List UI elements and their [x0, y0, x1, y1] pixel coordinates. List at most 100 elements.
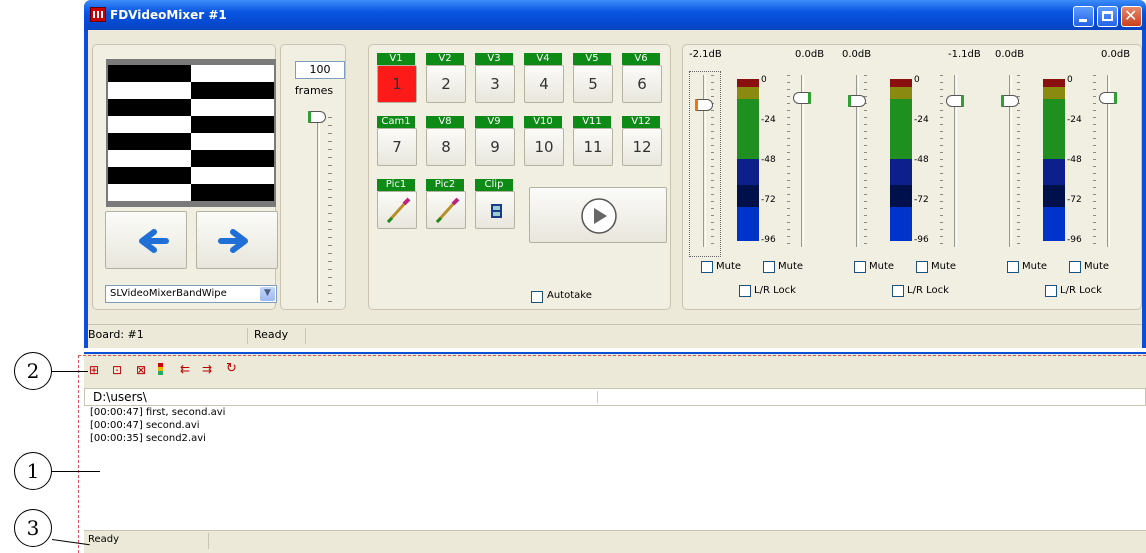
channel-number: 7 — [392, 138, 402, 156]
mixer-status-bar: Board: #1 Ready — [88, 324, 1142, 344]
channel-number: 8 — [441, 138, 451, 156]
channel-button-clip[interactable] — [475, 191, 515, 229]
right-db-label: 0.0dB — [795, 49, 825, 60]
channel-tag: V12 — [622, 116, 660, 128]
left-fader-thumb[interactable] — [1001, 95, 1019, 107]
frames-input[interactable]: 100 — [295, 61, 345, 79]
channel-button-v11[interactable]: 11 — [573, 128, 613, 166]
refresh-icon[interactable]: ↻ — [226, 361, 237, 376]
channel-button-v9[interactable]: 9 — [475, 128, 515, 166]
meter-scale-label: -96 — [761, 235, 776, 245]
log-status: Ready — [88, 534, 120, 545]
column-divider — [597, 391, 598, 403]
meter-scale-label: -48 — [761, 155, 776, 165]
close-button[interactable]: ✕ — [1121, 6, 1142, 27]
title-bar[interactable]: FDVideoMixer #1 ✕ — [84, 0, 1146, 30]
log-entry[interactable]: [00:00:47] second.avi — [90, 420, 200, 431]
mixer-client-area: SLVideoMixerBandWipe ▼ 100 frames V1 1 V2 2… — [88, 30, 1142, 348]
log-window: ⊞ ⊡ ⊠ ⇇ ⇉ ↻ D:\users\ [00:00:47] first, … — [84, 352, 1146, 553]
meter-scale-label: 0 — [761, 75, 767, 85]
left-fader-thumb[interactable] — [695, 99, 713, 111]
channel-tag: V11 — [573, 116, 611, 128]
lr-lock-checkbox[interactable] — [1045, 285, 1057, 297]
autotake-checkbox[interactable] — [531, 291, 543, 303]
channel-button-pic1[interactable] — [377, 191, 417, 229]
channel-button-v4[interactable]: 4 — [524, 65, 564, 103]
meter-scale-label: -72 — [761, 195, 776, 205]
delete-icon[interactable]: ⊠ — [136, 363, 146, 377]
board-status: Board: #1 — [88, 328, 248, 344]
lr-lock-checkbox[interactable] — [892, 285, 904, 297]
left-fader-thumb[interactable] — [848, 95, 866, 107]
previous-effect-button[interactable] — [105, 211, 187, 269]
callout-1-leader — [52, 471, 100, 472]
mute-left-checkbox[interactable] — [1007, 261, 1019, 273]
minimize-button[interactable] — [1073, 6, 1094, 27]
preview-image — [106, 59, 276, 207]
channel-tag: V10 — [524, 116, 562, 128]
mute-right-label: Mute — [931, 261, 957, 272]
add-file-icon[interactable]: ⊡ — [112, 363, 122, 377]
lr-lock-checkbox[interactable] — [739, 285, 751, 297]
log-entry[interactable]: [00:00:35] second2.avi — [90, 433, 206, 444]
channel-tag: Pic2 — [426, 179, 464, 191]
maximize-button[interactable] — [1097, 6, 1118, 27]
channel-tag: V9 — [475, 116, 513, 128]
log-entry[interactable]: [00:00:47] first, second.avi — [90, 407, 225, 418]
right-fader-thumb[interactable] — [793, 92, 811, 104]
arrow-right-icon — [218, 229, 248, 253]
right-fader-thumb[interactable] — [946, 95, 964, 107]
indent-left-icon[interactable]: ⇇ — [180, 362, 190, 376]
color-icon[interactable] — [158, 363, 163, 375]
channel-tag: Pic1 — [377, 179, 415, 191]
channel-button-v10[interactable]: 10 — [524, 128, 564, 166]
mute-right-checkbox[interactable] — [763, 261, 775, 273]
channel-button-cam1[interactable]: 7 — [377, 128, 417, 166]
play-button[interactable] — [529, 187, 667, 243]
preview-panel: SLVideoMixerBandWipe ▼ — [92, 44, 278, 310]
chevron-down-icon[interactable]: ▼ — [260, 287, 275, 301]
channel-tag: V1 — [377, 53, 415, 65]
meter-scale-label: 0 — [1067, 75, 1073, 85]
channel-button-v2[interactable]: 2 — [426, 65, 466, 103]
channel-panel: V1 1 V2 2 V3 3 V4 4 V5 5 V6 6 Cam1 7 V8 8 V9 9 V10 10 V11 11… — [368, 44, 671, 310]
effect-select[interactable]: SLVideoMixerBandWipe ▼ — [105, 285, 277, 303]
meter-scale-label: -48 — [914, 155, 929, 165]
level-meter — [737, 79, 759, 241]
channel-tag: V5 — [573, 53, 611, 65]
indent-right-icon[interactable]: ⇉ — [202, 362, 212, 376]
left-db-label: 0.0dB — [842, 49, 872, 60]
next-effect-button[interactable] — [196, 211, 278, 269]
transition-track[interactable] — [317, 117, 320, 303]
channel-button-v5[interactable]: 5 — [573, 65, 613, 103]
meter-scale-label: -24 — [761, 115, 776, 125]
channel-button-v3[interactable]: 3 — [475, 65, 515, 103]
window-title: FDVideoMixer #1 — [110, 8, 227, 22]
right-fader-thumb[interactable] — [1099, 92, 1117, 104]
audio-panel: -2.1dB 0.0dB 0 -24 -48 -72 -96 Mute Mute L/R Lock… — [682, 44, 1142, 310]
channel-button-v12[interactable]: 12 — [622, 128, 662, 166]
mute-right-checkbox[interactable] — [916, 261, 928, 273]
film-icon — [491, 204, 502, 218]
meter-scale-label: -72 — [1067, 195, 1082, 205]
callout-2: 2 — [14, 352, 52, 390]
channel-button-v8[interactable]: 8 — [426, 128, 466, 166]
brush-icon — [435, 197, 460, 224]
level-meter — [890, 79, 912, 241]
left-db-label: -2.1dB — [689, 49, 722, 60]
log-list[interactable]: [00:00:47] first, second.avi [00:00:47] s… — [84, 406, 1146, 530]
play-icon — [581, 198, 617, 234]
mute-left-checkbox[interactable] — [701, 261, 713, 273]
mute-right-checkbox[interactable] — [1069, 261, 1081, 273]
add-item-icon[interactable]: ⊞ — [89, 363, 99, 377]
close-icon: ✕ — [1124, 6, 1138, 25]
channel-button-v6[interactable]: 6 — [622, 65, 662, 103]
channel-tag: Cam1 — [377, 116, 415, 128]
transition-slider-thumb[interactable] — [308, 111, 326, 123]
channel-button-v1[interactable]: 1 — [377, 65, 417, 103]
mute-left-checkbox[interactable] — [854, 261, 866, 273]
channel-number: 9 — [490, 138, 500, 156]
right-fader-ticks — [787, 75, 790, 247]
channel-button-pic2[interactable] — [426, 191, 466, 229]
meter-scale-label: -96 — [914, 235, 929, 245]
